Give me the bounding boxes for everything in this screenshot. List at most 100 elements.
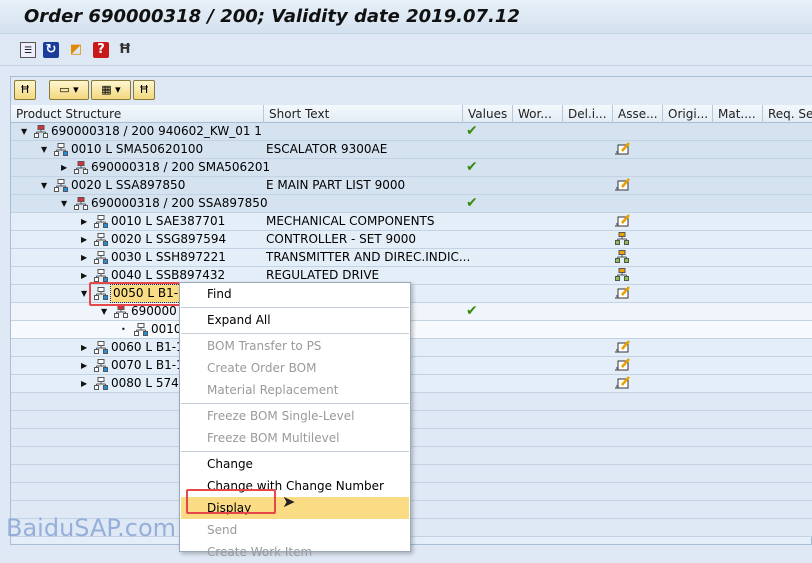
node-label[interactable]: 690000318 / 200 SSA897850 bbox=[91, 195, 268, 212]
bom-item-icon bbox=[94, 215, 108, 228]
short-text: TRANSMITTER AND DIREC.INDIC... bbox=[266, 250, 471, 264]
collapse-arrow-icon[interactable]: ▼ bbox=[41, 177, 47, 194]
column-header[interactable]: Req. Se bbox=[763, 105, 812, 123]
title-bar: Order 690000318 / 200; Validity date 201… bbox=[0, 0, 812, 34]
node-label[interactable]: 0080 L 574 bbox=[111, 375, 179, 392]
assembly-edit-icon[interactable] bbox=[615, 214, 631, 231]
column-header[interactable]: Wor... bbox=[513, 105, 563, 123]
menu-item-expand-all[interactable]: Expand All bbox=[181, 309, 409, 331]
layout-button[interactable]: ▦ ▾ bbox=[91, 80, 131, 100]
assembly-edit-icon[interactable] bbox=[615, 376, 631, 393]
short-text: ESCALATOR 9300AE bbox=[266, 142, 388, 156]
bom-tree-panel: Ħ ▭ ▾ ▦ ▾ Ħ Product Structure Short Text V… bbox=[10, 76, 812, 545]
node-label[interactable]: 690000318 / 200 940602_KW_01 1 bbox=[51, 123, 262, 140]
node-label[interactable]: 0010 bbox=[151, 321, 182, 338]
node-label[interactable]: 0070 L B1-1 bbox=[111, 357, 184, 374]
expand-arrow-icon[interactable]: ▶ bbox=[81, 249, 87, 266]
expand-arrow-icon[interactable]: ▶ bbox=[81, 375, 87, 392]
list-icon[interactable]: ☰ bbox=[20, 42, 36, 58]
empty-row bbox=[11, 393, 812, 411]
collapse-arrow-icon[interactable]: ▼ bbox=[41, 141, 47, 158]
transfer-icon[interactable]: ◩ bbox=[68, 42, 84, 58]
node-label[interactable]: 0020 L SSA897850 bbox=[71, 177, 185, 194]
tree-row[interactable]: • 0010 bbox=[11, 321, 812, 339]
tree-row[interactable]: ▶0080 L 574ST.ST bbox=[11, 375, 812, 393]
expand-arrow-icon[interactable]: ▶ bbox=[61, 159, 67, 176]
bom-item-icon bbox=[54, 143, 68, 156]
order-bom-icon bbox=[34, 125, 48, 138]
expand-arrow-icon[interactable]: ▶ bbox=[81, 267, 87, 284]
find-button[interactable]: Ħ bbox=[14, 80, 36, 100]
order-bom-icon bbox=[74, 197, 88, 210]
empty-row bbox=[11, 429, 812, 447]
check-icon: ✔ bbox=[466, 159, 478, 175]
bom-item-icon bbox=[94, 341, 108, 354]
column-header[interactable]: Short Text bbox=[264, 105, 463, 123]
find-next-button[interactable]: Ħ bbox=[133, 80, 155, 100]
node-label[interactable]: 690000318 / 200 SMA506201 bbox=[91, 159, 270, 176]
bom-item-icon bbox=[94, 377, 108, 390]
node-label[interactable]: 0030 L SSH897221 bbox=[111, 249, 226, 266]
bom-item-icon bbox=[94, 359, 108, 372]
find-next-icon: Ħ bbox=[138, 83, 150, 96]
assembly-edit-icon[interactable] bbox=[615, 286, 631, 303]
hierarchy-icon[interactable] bbox=[615, 250, 629, 267]
collapse-arrow-icon[interactable]: ▼ bbox=[81, 285, 87, 302]
node-label[interactable]: 0010 L SAE387701 bbox=[111, 213, 225, 230]
refresh-icon[interactable]: ↻ bbox=[43, 42, 59, 58]
menu-item-create-order-bom[interactable]: Create Order BOM bbox=[181, 357, 409, 379]
assembly-edit-icon[interactable] bbox=[615, 178, 631, 195]
column-header[interactable]: Mat.... bbox=[713, 105, 763, 123]
menu-item-freeze-bom-single-level[interactable]: Freeze BOM Single-Level bbox=[181, 405, 409, 427]
tree-row[interactable]: ▶ 0060 L B1-1 bbox=[11, 339, 812, 357]
expand-arrow-icon[interactable]: ▶ bbox=[81, 357, 87, 374]
menu-item-change[interactable]: Change bbox=[181, 453, 409, 475]
menu-item-freeze-bom-multilevel[interactable]: Freeze BOM Multilevel bbox=[181, 427, 409, 449]
watermark: BaiduSAP.com bbox=[6, 514, 177, 542]
tree-row[interactable]: ▶ 0030 L SSH897221 TRANSMITTER AND DIREC.I… bbox=[11, 249, 812, 267]
tree-row[interactable]: ▶ 0070 L B1-1 bbox=[11, 357, 812, 375]
print-icon: ▭ ▾ bbox=[59, 83, 79, 96]
column-header[interactable]: Del.i... bbox=[563, 105, 613, 123]
column-header[interactable]: Values bbox=[463, 105, 513, 123]
tree-row[interactable]: ▼ 0010 L SMA50620100 ESCALATOR 9300AE bbox=[11, 141, 812, 159]
empty-row bbox=[11, 411, 812, 429]
menu-item-send[interactable]: Send bbox=[181, 519, 409, 541]
expand-arrow-icon[interactable]: ▶ bbox=[81, 231, 87, 248]
assembly-edit-icon[interactable] bbox=[615, 358, 631, 375]
check-icon: ✔ bbox=[466, 195, 478, 211]
node-label[interactable]: 0020 L SSG897594 bbox=[111, 231, 226, 248]
expand-arrow-icon[interactable]: ▶ bbox=[81, 339, 87, 356]
column-header[interactable]: Origi... bbox=[663, 105, 713, 123]
tree-row[interactable]: ▶ 0010 L SAE387701 MECHANICAL COMPONENTS bbox=[11, 213, 812, 231]
menu-item-bom-transfer-to-ps[interactable]: BOM Transfer to PS bbox=[181, 335, 409, 357]
menu-item-create-work-item[interactable]: Create Work Item bbox=[181, 541, 409, 563]
hierarchy-icon[interactable] bbox=[615, 268, 629, 285]
assembly-edit-icon[interactable] bbox=[615, 340, 631, 357]
check-icon: ✔ bbox=[466, 123, 478, 139]
help-icon[interactable]: ? bbox=[93, 42, 109, 58]
mouse-cursor-icon: ➤ bbox=[282, 492, 296, 511]
find-icon[interactable]: Ħ bbox=[117, 42, 133, 58]
node-label[interactable]: 0060 L B1-1 bbox=[111, 339, 184, 356]
bom-item-icon bbox=[94, 251, 108, 264]
bom-item-icon bbox=[134, 323, 148, 336]
column-header[interactable]: Product Structure bbox=[11, 105, 264, 123]
tree-row[interactable]: ▼ 690000318 / 200 940602_KW_01 1 ✔ bbox=[11, 123, 812, 141]
tree-row[interactable]: ▼ 690000318 / 200 SSA897850 ✔ bbox=[11, 195, 812, 213]
collapse-arrow-icon[interactable]: ▼ bbox=[21, 123, 27, 140]
print-button[interactable]: ▭ ▾ bbox=[49, 80, 89, 100]
tree-row[interactable]: ▼ 0020 L SSA897850 E MAIN PART LIST 9000 bbox=[11, 177, 812, 195]
check-icon: ✔ bbox=[466, 303, 478, 319]
hierarchy-icon[interactable] bbox=[615, 232, 629, 249]
tree-row[interactable]: ▶ 0020 L SSG897594 CONTROLLER - SET 9000 bbox=[11, 231, 812, 249]
expand-arrow-icon[interactable]: ▶ bbox=[81, 213, 87, 230]
assembly-edit-icon[interactable] bbox=[615, 142, 631, 159]
menu-item-find[interactable]: Find bbox=[181, 283, 409, 305]
order-bom-icon bbox=[74, 161, 88, 174]
collapse-arrow-icon[interactable]: ▼ bbox=[61, 195, 67, 212]
menu-item-material-replacement[interactable]: Material Replacement bbox=[181, 379, 409, 401]
tree-row[interactable]: ▶ 690000318 / 200 SMA506201 ✔ bbox=[11, 159, 812, 177]
column-header[interactable]: Asse... bbox=[613, 105, 663, 123]
node-label[interactable]: 0010 L SMA50620100 bbox=[71, 141, 203, 158]
